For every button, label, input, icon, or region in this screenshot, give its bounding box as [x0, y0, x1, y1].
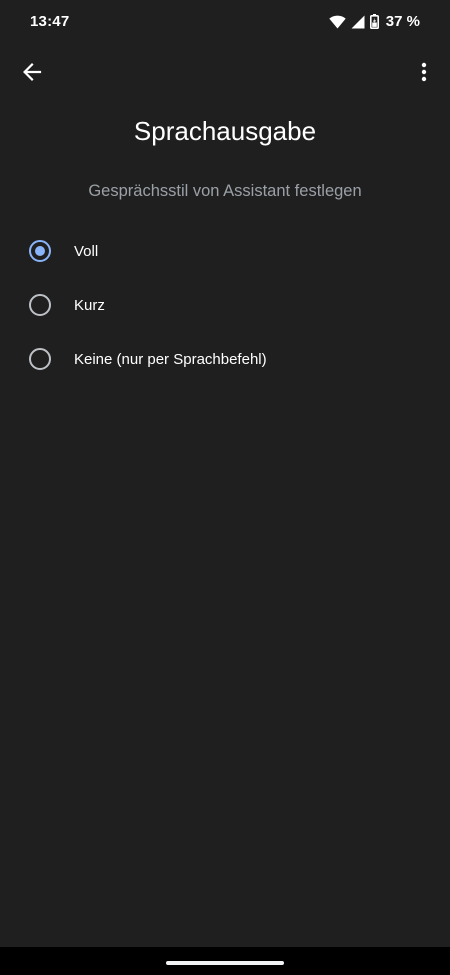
option-label: Voll	[74, 242, 99, 260]
radio-button[interactable]	[29, 348, 51, 370]
option-kurz[interactable]: Kurz	[0, 278, 450, 332]
screen: 13:47 37 % Sprachausgabe Gesprächsstil v…	[0, 0, 450, 975]
navigation-bar	[0, 947, 450, 975]
home-gesture-handle[interactable]	[166, 961, 284, 965]
status-bar: 13:47 37 %	[0, 0, 450, 44]
more-options-button[interactable]	[406, 56, 442, 92]
option-voll[interactable]: Voll	[0, 224, 450, 278]
radio-button-selected[interactable]	[29, 240, 51, 262]
status-icons: 37 %	[329, 13, 420, 30]
arrow-back-icon	[22, 62, 42, 87]
page-title: Sprachausgabe	[133, 116, 317, 146]
battery-percent: 37 %	[385, 13, 420, 30]
more-vert-icon	[421, 62, 427, 87]
option-label: Kurz	[74, 296, 105, 314]
radio-button[interactable]	[29, 294, 51, 316]
wifi-icon	[329, 15, 346, 29]
option-keine[interactable]: Keine (nur per Sprachbefehl)	[0, 332, 450, 386]
back-button[interactable]	[14, 56, 50, 92]
status-time: 13:47	[30, 13, 70, 30]
option-label: Keine (nur per Sprachbefehl)	[74, 350, 267, 368]
battery-icon	[369, 14, 379, 29]
signal-icon	[351, 15, 365, 29]
speech-output-options: Voll Kurz Keine (nur per Sprachbefehl)	[0, 224, 450, 386]
page-subtitle: Gesprächsstil von Assistant festlegen	[88, 182, 362, 200]
app-bar	[0, 52, 450, 100]
